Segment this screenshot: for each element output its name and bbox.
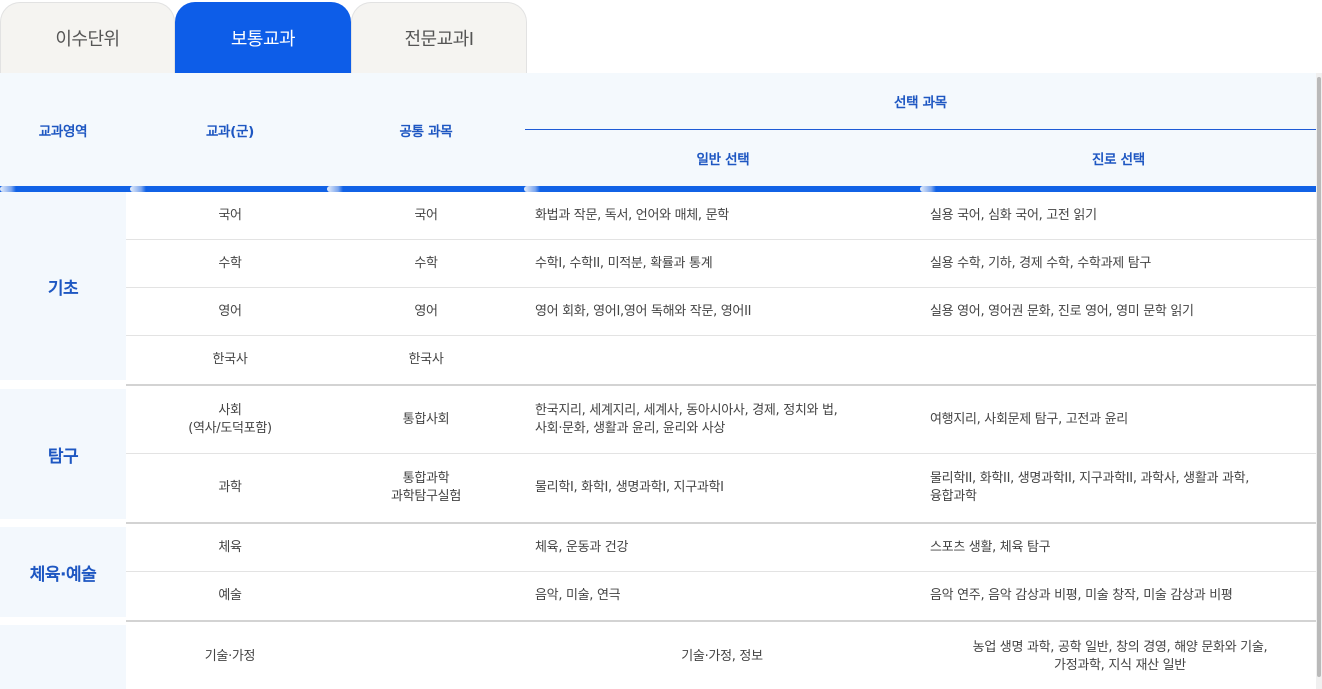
header-area: 교과영역	[38, 123, 88, 140]
common-cell: 한국사	[408, 352, 444, 367]
subject-cell: 사회 (역사/도덕포함)	[188, 402, 272, 436]
table-row: 국어 국어 화법과 작문, 독서, 언어와 매체, 문학 실용 국어, 심화 국…	[126, 192, 1316, 240]
subject-cell: 체육	[218, 539, 242, 555]
common-cell: 통합과학 과학탐구실험	[391, 471, 461, 504]
table-row: 기술·가정 기술·가정, 정보 농업 생명 과학, 공학 일반, 창의 경영, …	[126, 622, 1316, 689]
general-cell: 한국지리, 세계지리, 세계사, 동아시아사, 경제, 정치와 법, 사회·문화…	[535, 402, 838, 436]
career-cell: 스포츠 생활, 체육 탐구	[930, 539, 1051, 555]
common-cell: 영어	[414, 303, 438, 319]
common-cell	[328, 524, 524, 571]
tab-credit-units[interactable]: 이수단위	[0, 2, 175, 73]
area-inquiry: 탐구	[0, 389, 126, 519]
table-row: 영어 영어 영어 회화, 영어I,영어 독해와 작문, 영어II 실용 영어, …	[126, 288, 1316, 336]
header-career: 진로 선택	[1092, 152, 1145, 168]
subject-cell: 과학	[218, 480, 242, 495]
curriculum-table: 교과영역 교과(군) 공통 과목 선택 과목 일반 선택 진로 선택 기초 국어…	[0, 73, 1316, 689]
general-cell: 체육, 운동과 건강	[535, 539, 629, 555]
header-elective: 선택 과목	[894, 95, 947, 111]
career-cell: 실용 수학, 기하, 경제 수학, 수학과제 탐구	[930, 255, 1152, 271]
area-pe-arts: 체육·예술	[0, 527, 126, 617]
table-row: 한국사 한국사	[126, 336, 1316, 386]
career-cell: 음악 연주, 음악 감상과 비평, 미술 창작, 미술 감상과 비평	[930, 588, 1233, 603]
career-cell: 농업 생명 과학, 공학 일반, 창의 경영, 해양 문화와 기술, 가정과학,…	[972, 640, 1268, 673]
career-cell: 실용 국어, 심화 국어, 고전 읽기	[930, 207, 1097, 223]
general-cell: 음악, 미술, 연극	[535, 588, 621, 603]
career-cell	[930, 336, 1310, 384]
table-row: 사회 (역사/도덕포함) 통합사회 한국지리, 세계지리, 세계사, 동아시아사…	[126, 386, 1316, 454]
table-header: 교과영역 교과(군) 공통 과목 선택 과목 일반 선택 진로 선택	[0, 73, 1316, 186]
table-row: 수학 수학 수학I, 수학II, 미적분, 확률과 통계 실용 수학, 기하, …	[126, 240, 1316, 288]
career-cell: 여행지리, 사회문제 탐구, 고전과 윤리	[930, 411, 1128, 427]
subject-cell: 수학	[218, 255, 242, 271]
tab-professional-subjects-1[interactable]: 전문교과I	[351, 2, 527, 73]
common-cell	[328, 572, 524, 620]
table-row: 예술 음악, 미술, 연극 음악 연주, 음악 감상과 비평, 미술 창작, 미…	[126, 572, 1316, 622]
general-cell: 영어 회화, 영어I,영어 독해와 작문, 영어II	[535, 303, 752, 319]
area-basic: 기초	[0, 192, 126, 380]
common-general-cell: 기술·가정, 정보	[681, 649, 763, 664]
vertical-scrollbar[interactable]	[1316, 73, 1322, 689]
subject-cell: 한국사	[212, 352, 248, 367]
header-subject: 교과(군)	[205, 123, 255, 140]
subject-cell: 예술	[218, 588, 242, 603]
subject-cell: 영어	[218, 303, 242, 319]
header-general: 일반 선택	[696, 152, 750, 168]
career-cell: 물리학II, 화학II, 생명과학II, 지구과학II, 과학사, 생활과 과학…	[930, 471, 1250, 504]
general-cell: 화법과 작문, 독서, 언어와 매체, 문학	[535, 207, 729, 223]
subject-cell: 기술·가정	[204, 649, 256, 664]
subject-cell: 국어	[218, 207, 242, 223]
general-cell	[535, 336, 920, 384]
career-cell: 실용 영어, 영어권 문화, 진로 영어, 영미 문학 읽기	[930, 303, 1194, 319]
table-row: 체육 체육, 운동과 건강 스포츠 생활, 체육 탐구	[126, 524, 1316, 572]
tab-general-subjects[interactable]: 보통교과	[175, 2, 351, 73]
general-cell: 물리학I, 화학I, 생명과학I, 지구과학I	[535, 480, 724, 495]
scrollbar-thumb[interactable]	[1317, 77, 1321, 677]
header-common: 공통 과목	[399, 123, 453, 140]
area-living	[0, 625, 126, 689]
common-cell: 통합사회	[402, 411, 450, 427]
common-cell: 수학	[414, 255, 438, 271]
table-row: 과학 통합과학 과학탐구실험 물리학I, 화학I, 생명과학I, 지구과학I 물…	[126, 454, 1316, 524]
general-cell: 수학I, 수학II, 미적분, 확률과 통계	[535, 255, 713, 271]
common-cell: 국어	[414, 207, 438, 223]
tab-bar: 이수단위 보통교과 전문교과I	[0, 0, 1322, 73]
